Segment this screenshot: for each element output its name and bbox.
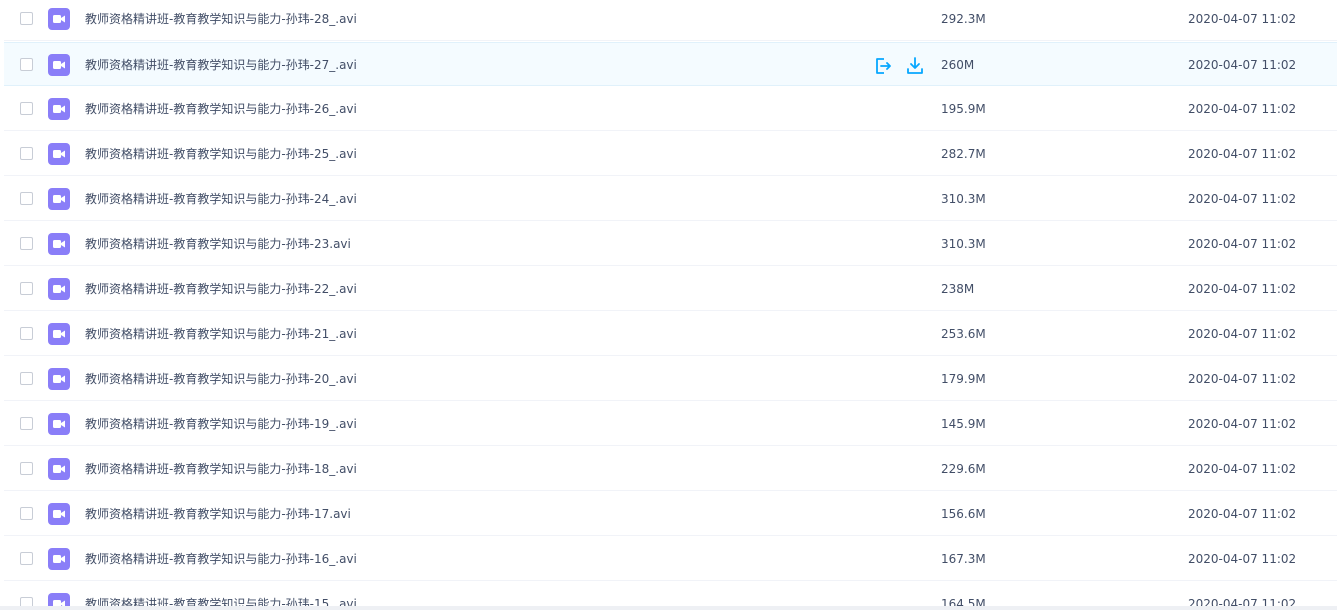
file-modified-date: 2020-04-07 11:02 [1188,507,1297,521]
file-size: 310.3M [941,237,986,251]
row-checkbox[interactable] [20,237,33,250]
file-row-10[interactable]: 教师资格精讲班-教育教学知识与能力-孙玮-19_.avi 145.9M 2020… [4,402,1337,446]
video-file-icon [48,233,70,255]
file-name[interactable]: 教师资格精讲班-教育教学知识与能力-孙玮-25_.avi [85,132,357,176]
file-size: 282.7M [941,147,986,161]
row-checkbox[interactable] [20,417,33,430]
video-file-icon [48,413,70,435]
file-modified-date: 2020-04-07 11:02 [1188,552,1297,566]
row-checkbox[interactable] [20,462,33,475]
file-size: 260M [941,58,975,72]
file-modified-date: 2020-04-07 11:02 [1188,58,1297,72]
row-checkbox[interactable] [20,102,33,115]
file-list: 教师资格精讲班-教育教学知识与能力-孙玮-28_.avi 292.3M 2020… [0,0,1337,610]
file-row-8[interactable]: 教师资格精讲班-教育教学知识与能力-孙玮-21_.avi 253.6M 2020… [4,312,1337,356]
video-file-icon [48,98,70,120]
file-modified-date: 2020-04-07 11:02 [1188,282,1297,296]
file-name[interactable]: 教师资格精讲班-教育教学知识与能力-孙玮-26_.avi [85,87,357,131]
file-row-5[interactable]: 教师资格精讲班-教育教学知识与能力-孙玮-24_.avi 310.3M 2020… [4,177,1337,221]
file-row-12[interactable]: 教师资格精讲班-教育教学知识与能力-孙玮-17.avi 156.6M 2020-… [4,492,1337,536]
video-file-icon [48,458,70,480]
download-icon[interactable] [905,56,925,76]
file-row-3[interactable]: 教师资格精讲班-教育教学知识与能力-孙玮-26_.avi 195.9M 2020… [4,87,1337,131]
file-name[interactable]: 教师资格精讲班-教育教学知识与能力-孙玮-24_.avi [85,177,357,221]
row-checkbox[interactable] [20,147,33,160]
file-size: 238M [941,282,975,296]
file-row-2[interactable]: 教师资格精讲班-教育教学知识与能力-孙玮-27_.avi 260M 2020-0… [4,42,1337,86]
file-size: 292.3M [941,12,986,26]
video-file-icon [48,188,70,210]
file-size: 167.3M [941,552,986,566]
file-name[interactable]: 教师资格精讲班-教育教学知识与能力-孙玮-23.avi [85,222,351,266]
row-checkbox[interactable] [20,507,33,520]
video-file-icon [48,8,70,30]
file-name[interactable]: 教师资格精讲班-教育教学知识与能力-孙玮-16_.avi [85,537,357,581]
file-size: 156.6M [941,507,986,521]
file-size: 229.6M [941,462,986,476]
file-row-7[interactable]: 教师资格精讲班-教育教学知识与能力-孙玮-22_.avi 238M 2020-0… [4,267,1337,311]
file-name[interactable]: 教师资格精讲班-教育教学知识与能力-孙玮-28_.avi [85,0,357,41]
file-size: 195.9M [941,102,986,116]
file-row-11[interactable]: 教师资格精讲班-教育教学知识与能力-孙玮-18_.avi 229.6M 2020… [4,447,1337,491]
row-checkbox[interactable] [20,12,33,25]
file-name[interactable]: 教师资格精讲班-教育教学知识与能力-孙玮-22_.avi [85,267,357,311]
file-size: 145.9M [941,417,986,431]
file-row-9[interactable]: 教师资格精讲班-教育教学知识与能力-孙玮-20_.avi 179.9M 2020… [4,357,1337,401]
video-file-icon [48,323,70,345]
file-modified-date: 2020-04-07 11:02 [1188,102,1297,116]
file-row-4[interactable]: 教师资格精讲班-教育教学知识与能力-孙玮-25_.avi 282.7M 2020… [4,132,1337,176]
file-name[interactable]: 教师资格精讲班-教育教学知识与能力-孙玮-27_.avi [85,43,357,87]
file-name[interactable]: 教师资格精讲班-教育教学知识与能力-孙玮-21_.avi [85,312,357,356]
row-checkbox[interactable] [20,372,33,385]
row-checkbox[interactable] [20,192,33,205]
move-out-icon[interactable] [873,56,893,76]
file-size: 253.6M [941,327,986,341]
video-file-icon [48,548,70,570]
file-modified-date: 2020-04-07 11:02 [1188,147,1297,161]
video-file-icon [48,143,70,165]
video-file-icon [48,54,70,76]
file-modified-date: 2020-04-07 11:02 [1188,417,1297,431]
file-row-6[interactable]: 教师资格精讲班-教育教学知识与能力-孙玮-23.avi 310.3M 2020-… [4,222,1337,266]
file-modified-date: 2020-04-07 11:02 [1188,462,1297,476]
list-bottom-edge [0,606,1337,610]
file-size: 310.3M [941,192,986,206]
row-checkbox[interactable] [20,282,33,295]
row-checkbox[interactable] [20,327,33,340]
file-modified-date: 2020-04-07 11:02 [1188,192,1297,206]
file-name[interactable]: 教师资格精讲班-教育教学知识与能力-孙玮-19_.avi [85,402,357,446]
file-modified-date: 2020-04-07 11:02 [1188,372,1297,386]
video-file-icon [48,503,70,525]
file-size: 179.9M [941,372,986,386]
file-row-1[interactable]: 教师资格精讲班-教育教学知识与能力-孙玮-28_.avi 292.3M 2020… [4,0,1337,41]
video-file-icon [48,368,70,390]
file-modified-date: 2020-04-07 11:02 [1188,12,1297,26]
row-checkbox[interactable] [20,58,33,71]
file-name[interactable]: 教师资格精讲班-教育教学知识与能力-孙玮-17.avi [85,492,351,536]
file-modified-date: 2020-04-07 11:02 [1188,237,1297,251]
file-name[interactable]: 教师资格精讲班-教育教学知识与能力-孙玮-20_.avi [85,357,357,401]
file-modified-date: 2020-04-07 11:02 [1188,327,1297,341]
file-row-13[interactable]: 教师资格精讲班-教育教学知识与能力-孙玮-16_.avi 167.3M 2020… [4,537,1337,581]
row-checkbox[interactable] [20,552,33,565]
video-file-icon [48,278,70,300]
file-name[interactable]: 教师资格精讲班-教育教学知识与能力-孙玮-18_.avi [85,447,357,491]
